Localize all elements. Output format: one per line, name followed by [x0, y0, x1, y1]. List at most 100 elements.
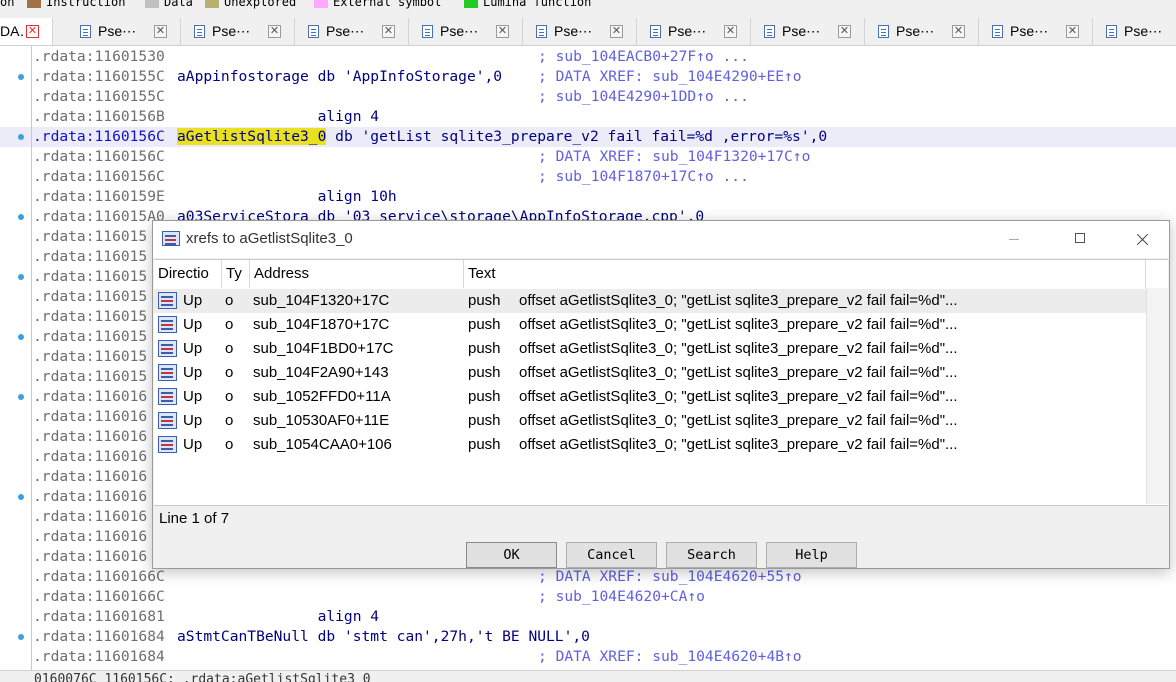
listing-line[interactable]: .rdata:1160155C ; sub_104E4290+1DD↑o ... [0, 87, 1176, 107]
table-row[interactable]: Up o sub_104F1320+17C push offset aGetlistSq… [154, 289, 1146, 313]
close-icon[interactable] [1119, 221, 1165, 257]
editor-tab[interactable]: Pse⋯✕ [410, 18, 523, 45]
tab-close-icon[interactable]: ✕ [610, 25, 623, 38]
table-row[interactable]: Up o sub_1052FFD0+11A push offset aGetlistSq… [154, 385, 1146, 409]
line-comment[interactable]: ; DATA XREF: sub_104E4620+55↑o [538, 567, 802, 587]
dialog-titlebar[interactable]: xrefs to aGetlistSqlite3_0 [153, 221, 1169, 258]
editor-tab[interactable]: Pse⋯ ✕ [296, 18, 409, 45]
line-comment[interactable]: ; sub_104E4290+1DD↑o ... [538, 87, 749, 107]
table-row[interactable]: Up o sub_104F1BD0+17C push offset aGetlistSq… [154, 337, 1146, 361]
column-header-type[interactable]: Ty [222, 260, 250, 288]
xref-icon [158, 316, 177, 333]
editor-tab[interactable]: DA… ✕ [0, 18, 53, 45]
editor-tab[interactable]: Pse⋯✕ [182, 18, 295, 45]
minimize-icon[interactable] [991, 221, 1037, 257]
legend-item: Lumina function [464, 0, 591, 8]
legend-label: on [0, 0, 15, 9]
table-row[interactable]: Up o sub_10530AF0+11E push offset aGetlistSq… [154, 409, 1146, 433]
line-comment[interactable]: ; DATA XREF: sub_104E4290+EE↑o [538, 67, 802, 87]
tab-close-icon[interactable]: ✕ [838, 25, 851, 38]
tab-close-icon[interactable]: ✕ [1066, 25, 1079, 38]
legend-swatch-icon [145, 0, 159, 8]
editor-tab[interactable]: Pse⋯✕ [1094, 18, 1176, 45]
line-address: .rdata:1160156B [33, 108, 165, 125]
listing-line[interactable]: .rdata:1160156C ; DATA XREF: sub_104F1320… [0, 147, 1176, 167]
ok-button[interactable]: OK [466, 542, 557, 568]
text-cell: offset aGetlistSqlite3_0; "getList sqlit… [519, 436, 958, 453]
editor-tab[interactable]: Pse⋯✕ [866, 18, 979, 45]
tab-close-icon[interactable]: ✕ [724, 25, 737, 38]
editor-tab[interactable]: Pse⋯✕ [68, 18, 181, 45]
type-cell: o [225, 412, 234, 429]
column-header-direction[interactable]: Directio [154, 260, 222, 288]
search-button[interactable]: Search [666, 542, 757, 568]
table-row[interactable]: Up o sub_104F1870+17C push offset aGetlistSq… [154, 313, 1146, 337]
line-address: .rdata:11601684 [33, 648, 165, 665]
tab-close-icon[interactable]: ✕ [382, 25, 395, 38]
editor-tab[interactable]: Pse⋯ ✕ [980, 18, 1093, 45]
line-address: .rdata:116015A0 [33, 208, 165, 225]
xref-dot-icon [18, 494, 24, 500]
listing-line[interactable]: .rdata:1160155C aAppinfostorage db 'AppIn… [0, 67, 1176, 87]
symbol-name[interactable]: aAppinfostorage [177, 68, 309, 85]
address-cell: sub_10530AF0+11E [253, 412, 390, 429]
column-header-address[interactable]: Address [250, 260, 464, 288]
column-header-text[interactable]: Text [464, 260, 1146, 288]
tab-close-icon[interactable]: ✕ [154, 25, 167, 38]
line-address: .rdata:116016 [33, 388, 148, 405]
listing-line[interactable]: .rdata:1160156B align 4 [0, 107, 1176, 127]
mnemonic-cell: push [468, 292, 501, 309]
legend-label: Data [164, 0, 193, 9]
tab-label: Pse⋯ [1010, 23, 1049, 39]
mnemonic-cell: push [468, 412, 501, 429]
tab-label: Pse⋯ [326, 23, 365, 39]
legend-swatch-icon [27, 0, 41, 8]
symbol-name[interactable]: aGetlistSqlite3_0 [177, 128, 327, 145]
legend-label: Instruction [46, 0, 126, 9]
line-address: .rdata:116016 [33, 488, 148, 505]
listing-line[interactable]: .rdata:1160166C ; sub_104E4620+CA↑o [0, 587, 1176, 607]
direction-cell: Up [183, 388, 203, 405]
line-comment[interactable]: ; DATA XREF: sub_104E4620+4B↑o [538, 647, 802, 667]
table-scrollbar[interactable] [1146, 288, 1169, 504]
line-body: db 'stmt can',27h,'t BE NULL',0 [308, 628, 590, 645]
listing-line[interactable]: .rdata:11601684 ; DATA XREF: sub_104E4620… [0, 647, 1176, 667]
line-comment[interactable]: ; DATA XREF: sub_104F1320+17C↑o [538, 147, 810, 167]
tab-close-icon[interactable]: ✕ [952, 25, 965, 38]
legend-label: Unexplored [224, 0, 297, 9]
listing-line[interactable]: .rdata:11601681 align 4 [0, 607, 1176, 627]
help-button[interactable]: Help [766, 542, 857, 568]
listing-line[interactable]: .rdata:1160156C ; sub_104F1870+17C↑o ... [0, 167, 1176, 187]
table-row[interactable]: Up o sub_104F2A90+143 push offset aGetlistSq… [154, 361, 1146, 385]
maximize-icon[interactable] [1057, 221, 1103, 257]
editor-tab[interactable]: Pse⋯✕ [638, 18, 751, 45]
line-comment[interactable]: ; sub_104EACB0+27F↑o ... [538, 47, 749, 67]
table-row[interactable]: Up o sub_1054CAA0+106 push offset aGetlistSq… [154, 433, 1146, 457]
line-comment[interactable]: ; sub_104F1870+17C↑o ... [538, 167, 749, 187]
listing-line[interactable]: .rdata:1160166C ; DATA XREF: sub_104E4620… [0, 567, 1176, 587]
tab-close-icon[interactable]: ✕ [26, 25, 39, 38]
symbol-name[interactable]: aStmtCanTBeNull [177, 628, 309, 645]
line-address: .rdata:116015 [33, 348, 148, 365]
line-code: align 4 [177, 607, 380, 627]
listing-line[interactable]: .rdata:11601684 aStmtCanTBeNull db 'stmt … [0, 627, 1176, 647]
table-header: Directio Ty Address Text [154, 260, 1168, 288]
xref-dot-icon [18, 334, 24, 340]
tab-close-icon[interactable]: ✕ [268, 25, 281, 38]
mnemonic-cell: push [468, 436, 501, 453]
listing-line[interactable]: .rdata:11601530 ; sub_104EACB0+27F↑o ... [0, 47, 1176, 67]
line-address: .rdata:116016 [33, 448, 148, 465]
editor-tab[interactable]: Pse⋯✕ [752, 18, 865, 45]
line-comment[interactable]: ; sub_104E4620+CA↑o [538, 587, 705, 607]
line-address: .rdata:116015 [33, 248, 148, 265]
line-body: db 'getList sqlite3_prepare_v2 fail fail… [326, 128, 828, 145]
direction-cell: Up [183, 316, 203, 333]
line-address: .rdata:116015 [33, 308, 148, 325]
listing-line[interactable]: .rdata:1160156C aGetlistSqlite3_0 db 'get… [0, 127, 1176, 147]
editor-tab[interactable]: Pse⋯✕ [524, 18, 637, 45]
pseudocode-icon [194, 25, 205, 38]
listing-line[interactable]: .rdata:1160159E align 10h [0, 187, 1176, 207]
cancel-button[interactable]: Cancel [566, 542, 657, 568]
tab-close-icon[interactable]: ✕ [496, 25, 509, 38]
line-code: aAppinfostorage db 'AppInfoStorage',0 [177, 67, 502, 87]
